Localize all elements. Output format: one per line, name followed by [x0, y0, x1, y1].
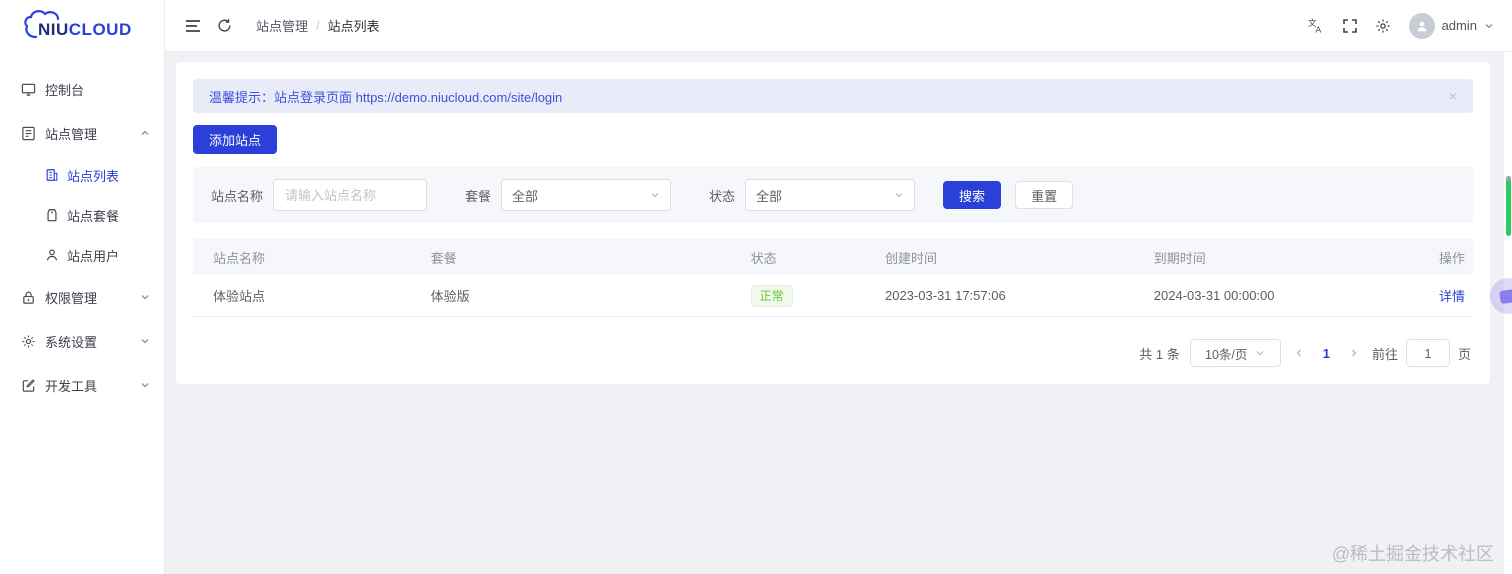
pagination-total: 共 1 条 [1139, 346, 1180, 362]
table-row: 体验站点 体验版 正常 2023-03-31 17:57:06 2024-03-… [193, 275, 1473, 317]
scrollbar-thumb[interactable] [1506, 176, 1511, 236]
pagination: 共 1 条 10条/页 1 前往 页 [193, 339, 1473, 367]
brand-logo[interactable]: NIUCLOUD [0, 0, 164, 55]
cell-action: 详情 [1403, 286, 1473, 305]
chevron-down-icon [140, 380, 150, 390]
alert-text: 温馨提示：站点登录页面 https://demo.niucloud.com/si… [209, 89, 563, 105]
package-select[interactable]: 全部 [501, 179, 672, 211]
status-label: 状态 [709, 188, 736, 204]
page-number-current[interactable]: 1 [1317, 346, 1336, 361]
next-page-icon[interactable] [1346, 348, 1362, 358]
cell-status: 正常 [731, 284, 865, 307]
status-select-value: 全部 [756, 188, 783, 204]
username: admin [1441, 18, 1477, 33]
breadcrumb: 站点管理 / 站点列表 [256, 16, 380, 35]
watermark: @稀土掘金技术社区 [1331, 544, 1494, 564]
fullscreen-icon[interactable] [1342, 18, 1357, 33]
breadcrumb-item[interactable]: 站点管理 [256, 16, 308, 35]
sidebar-menu: 控制台 站点管理 站点列表 站点套餐 站点用户 权限管理 系统设置 开发工具 [0, 55, 164, 407]
refresh-icon[interactable] [217, 18, 232, 33]
monitor-icon [20, 81, 36, 97]
feedback-icon [1499, 288, 1512, 304]
col-header-action: 操作 [1438, 250, 1465, 266]
breadcrumb-separator: / [316, 18, 320, 33]
chevron-down-icon [894, 190, 904, 200]
col-header-expires: 到期时间 [1153, 250, 1206, 266]
package-select-value: 全部 [512, 188, 539, 204]
brand-name: NIUCLOUD [38, 19, 132, 39]
topbar-actions: 文A admin [1308, 12, 1494, 39]
prev-page-icon[interactable] [1291, 348, 1307, 358]
info-alert: 温馨提示：站点登录页面 https://demo.niucloud.com/si… [193, 79, 1473, 113]
package-label: 套餐 [465, 188, 492, 204]
breadcrumb-item-current: 站点列表 [327, 19, 380, 34]
sidebar-item-label: 开发工具 [45, 378, 98, 394]
sidebar-item-site-list[interactable]: 站点列表 [0, 155, 164, 195]
sidebar-item-site-package[interactable]: 站点套餐 [0, 195, 164, 235]
chevron-down-icon [650, 190, 660, 200]
gear-icon [20, 333, 36, 349]
cell-created: 2023-03-31 17:57:06 [884, 288, 1006, 303]
chevron-up-icon [140, 128, 150, 138]
add-site-button[interactable]: 添加站点 [193, 125, 278, 154]
sidebar-item-label: 站点管理 [45, 126, 98, 142]
goto-label: 前往 [1371, 346, 1398, 362]
avatar [1408, 12, 1435, 39]
sidebar-item-dev-tools[interactable]: 开发工具 [0, 363, 164, 407]
goto-page-input[interactable] [1405, 339, 1450, 367]
col-header-created: 创建时间 [884, 250, 937, 266]
main-content: 温馨提示：站点登录页面 https://demo.niucloud.com/si… [165, 52, 1512, 574]
sidebar-item-label: 系统设置 [45, 334, 98, 350]
edit-icon [20, 377, 36, 393]
sites-table: 站点名称 套餐 状态 创建时间 到期时间 操作 体验站点 体验版 正常 2023… [193, 239, 1473, 317]
sidebar-item-label: 权限管理 [45, 290, 98, 306]
topbar: 站点管理 / 站点列表 文A admin [165, 0, 1512, 52]
cell-expires: 2024-03-31 00:00:00 [1153, 288, 1275, 303]
reset-button[interactable]: 重置 [1015, 181, 1074, 209]
gear-icon[interactable] [1375, 18, 1391, 34]
user-menu[interactable]: admin [1408, 12, 1494, 39]
cell-site-name: 体验站点 [213, 289, 266, 304]
building-icon [44, 168, 59, 183]
col-header-status: 状态 [750, 250, 777, 266]
col-header-package: 套餐 [430, 250, 457, 266]
search-button[interactable]: 搜索 [943, 181, 1002, 209]
page-size-value: 10条/页 [1205, 347, 1248, 362]
tag-icon [44, 208, 59, 223]
status-select[interactable]: 全部 [745, 179, 916, 211]
site-name-input[interactable] [273, 179, 428, 211]
close-icon[interactable]: × [1449, 89, 1457, 103]
detail-link[interactable]: 详情 [1439, 289, 1465, 304]
table-header-row: 站点名称 套餐 状态 创建时间 到期时间 操作 [193, 239, 1473, 275]
chevron-down-icon [140, 336, 150, 346]
sidebar-item-console[interactable]: 控制台 [0, 67, 164, 111]
translate-icon[interactable]: 文A [1308, 18, 1325, 34]
sidebar-item-label: 站点套餐 [67, 208, 120, 224]
sidebar-item-label: 站点用户 [67, 248, 120, 264]
chevron-down-icon [1485, 23, 1493, 28]
site-name-label: 站点名称 [211, 188, 264, 204]
user-icon [44, 248, 59, 263]
content-card: 温馨提示：站点登录页面 https://demo.niucloud.com/si… [176, 62, 1490, 384]
sidebar: NIUCLOUD 控制台 站点管理 站点列表 站点套餐 站点用户 权限管理 系统… [0, 0, 165, 574]
page-size-select[interactable]: 10条/页 [1189, 339, 1281, 367]
sidebar-item-settings[interactable]: 系统设置 [0, 319, 164, 363]
hamburger-icon[interactable] [185, 19, 201, 33]
chevron-down-icon [1256, 351, 1264, 356]
sidebar-item-label: 站点列表 [67, 168, 120, 184]
svg-text:A: A [1315, 24, 1321, 33]
cell-package: 体验版 [430, 289, 470, 304]
lock-icon [20, 289, 36, 305]
sidebar-item-permission[interactable]: 权限管理 [0, 275, 164, 319]
sidebar-item-label: 控制台 [45, 82, 85, 98]
sidebar-item-site-management[interactable]: 站点管理 [0, 111, 164, 155]
col-header-name: 站点名称 [213, 250, 266, 266]
chevron-down-icon [140, 292, 150, 302]
sidebar-item-site-user[interactable]: 站点用户 [0, 235, 164, 275]
page-unit-label: 页 [1457, 346, 1471, 362]
filter-bar: 站点名称 套餐 全部 状态 全部 搜索 重置 [193, 167, 1473, 223]
board-icon [20, 125, 36, 141]
status-badge: 正常 [750, 284, 793, 307]
